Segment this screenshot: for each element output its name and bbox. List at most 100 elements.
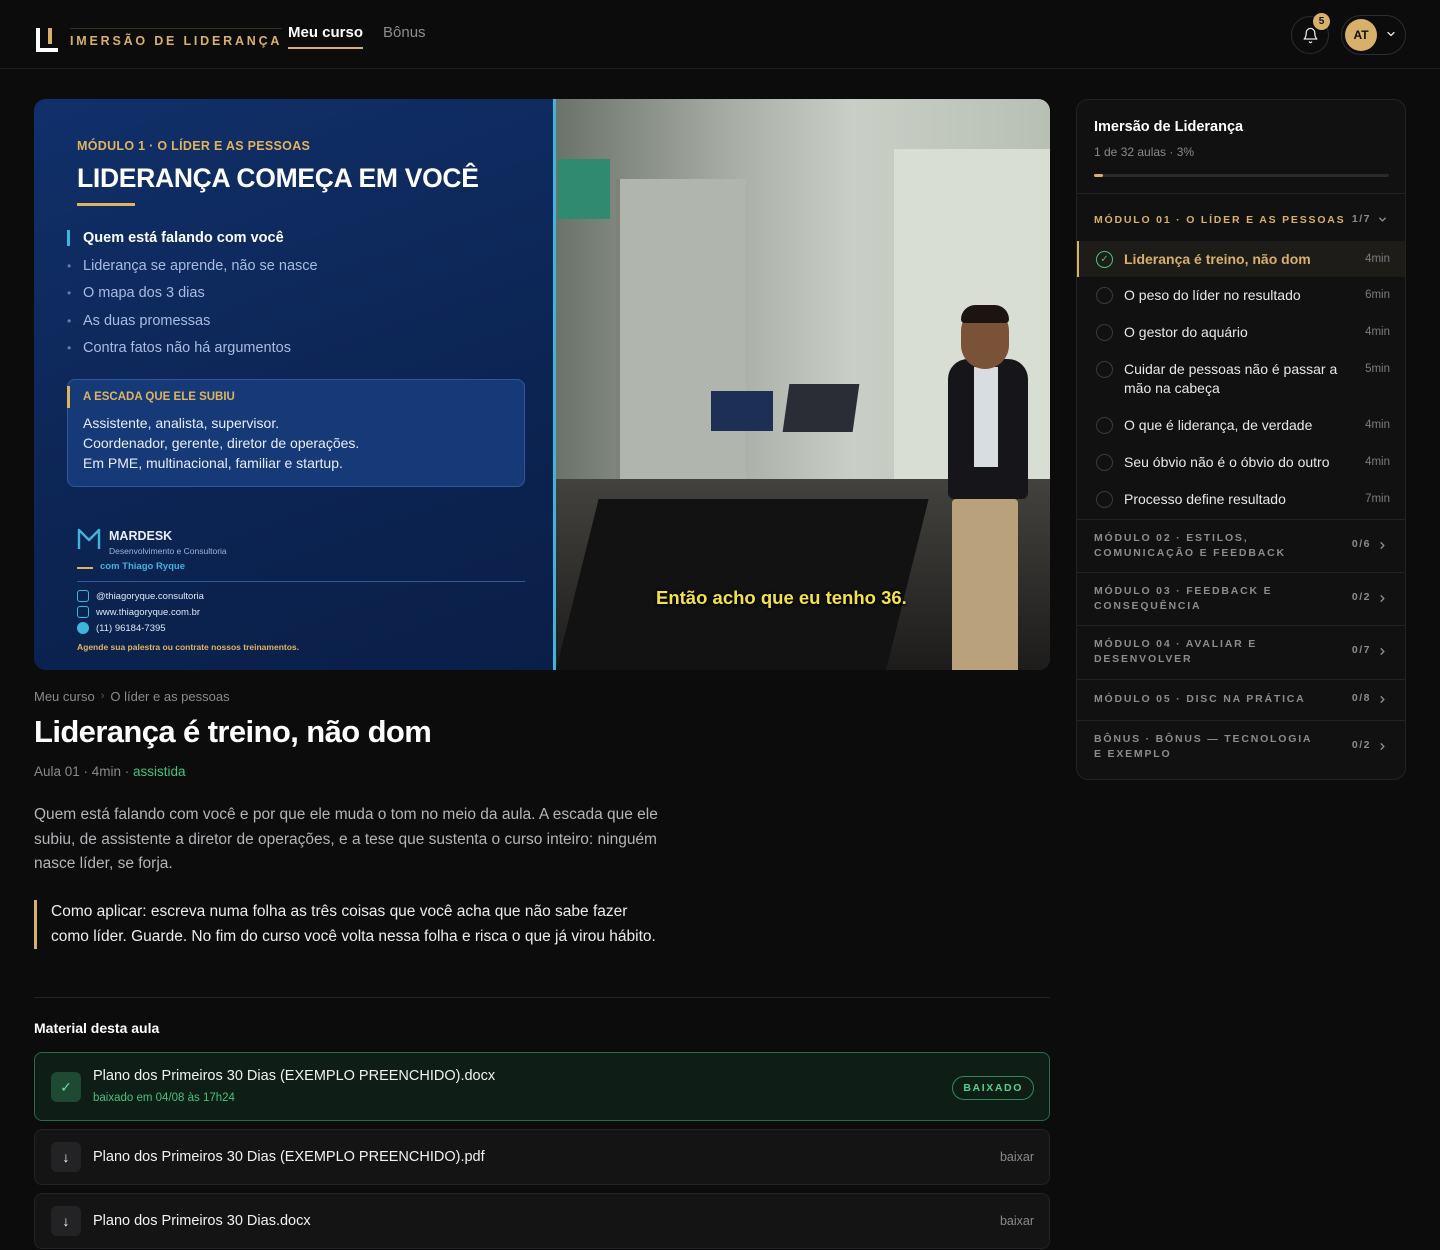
status-badge: assistida [133, 764, 186, 779]
slide-bullets: Quem está falando com você Liderança se … [67, 227, 318, 365]
lesson-item-title: O que é liderança, de verdade [1124, 417, 1313, 433]
course-title: Imersão de Liderança [1094, 119, 1244, 135]
lesson-item-title: O peso do líder no resultado [1124, 287, 1301, 303]
chevron-right-icon [1380, 648, 1385, 655]
course-sidebar: Imersão de Liderança 1 de 32 aulas · 3% … [1076, 99, 1406, 780]
instagram-icon [77, 590, 89, 602]
lesson-tip: Como aplicar: escreva numa folha as três… [34, 900, 659, 949]
logo[interactable]: IMERSÃO DE LIDERANÇA [34, 26, 283, 54]
module-title: MÓDULO 03 · FEEDBACK E CONSEQUÊNCIA [1094, 585, 1273, 612]
slide-callout-line: Assistente, analista, supervisor. [83, 415, 280, 431]
brand-subtitle: Desenvolvimento e Consultoria [109, 546, 227, 556]
lesson-item[interactable]: O peso do líder no resultado 6min [1077, 277, 1405, 314]
material-name: Plano dos Primeiros 30 Dias.docx [93, 1213, 311, 1229]
material-item[interactable]: ↓ Plano dos Primeiros 30 Dias.docx baixa… [34, 1193, 1050, 1249]
lesson-description: Quem está falando com você e por que ele… [34, 806, 658, 872]
download-link[interactable]: baixar [1000, 1150, 1034, 1164]
contact-text: @thiagoryque.consultoria [96, 590, 204, 602]
chevron-down-icon [1387, 31, 1395, 37]
lesson-meta: Aula 01 · 4min · assistida [34, 764, 186, 779]
breadcrumb-item[interactable]: O líder e as pessoas [110, 689, 229, 704]
download-icon: ↓ [51, 1206, 81, 1236]
tab-bonus[interactable]: Bônus [383, 24, 426, 41]
slide-title-underline [77, 203, 135, 206]
circle-icon [1096, 417, 1113, 434]
brand-name: MARDESK [109, 529, 173, 543]
module-count: 0/2 [1351, 739, 1371, 751]
lesson-item-duration: 7min [1365, 493, 1390, 505]
circle-icon [1096, 361, 1113, 378]
material-name: Plano dos Primeiros 30 Dias (EXEMPLO PRE… [93, 1068, 496, 1084]
slide-bullet: Liderança se aprende, não se nasce [67, 255, 318, 283]
lesson-item[interactable]: O gestor do aquário 4min [1077, 314, 1405, 351]
material-item[interactable]: ↓ Plano dos Primeiros 30 Dias (EXEMPLO P… [34, 1129, 1050, 1185]
module-title: MÓDULO 04 · AVALIAR E DESENVOLVER [1094, 638, 1258, 665]
slide-contact-instagram: @thiagoryque.consultoria [77, 590, 204, 602]
chevron-right-icon: › [100, 690, 105, 702]
slide-brand: MARDESK Desenvolvimento e Consultoria co… [77, 527, 227, 572]
lesson-item-duration: 6min [1365, 289, 1390, 301]
lesson-item[interactable]: O que é liderança, de verdade 4min [1077, 407, 1405, 444]
lesson-item[interactable]: Seu óbvio não é o óbvio do outro 4min [1077, 444, 1405, 481]
lesson-item[interactable]: Processo define resultado 7min [1077, 481, 1405, 518]
page-title: Liderança é treino, não dom [34, 714, 432, 749]
slide-bullet: O mapa dos 3 dias [67, 282, 318, 310]
logo-mark-icon [34, 26, 60, 54]
lesson-item[interactable]: Cuidar de pessoas não é passar a mão na … [1077, 351, 1405, 407]
module-count: 0/2 [1351, 591, 1371, 603]
module-title: MÓDULO 05 · DISC NA PRÁTICA [1094, 693, 1306, 705]
slide-callout-line: Em PME, multinacional, familiar e startu… [83, 455, 343, 471]
module-count: 0/8 [1351, 692, 1371, 704]
slide-bullet: Quem está falando com você [67, 227, 318, 255]
circle-icon [1096, 287, 1113, 304]
lesson-item-active[interactable]: ✓ Liderança é treino, não dom 4min [1077, 241, 1405, 277]
contact-text: www.thiagoryque.com.br [96, 606, 201, 618]
download-icon: ↓ [51, 1142, 81, 1172]
video-slide: MÓDULO 1 · O LÍDER E AS PESSOAS LIDERANÇ… [34, 99, 555, 670]
divider [34, 997, 1050, 998]
lesson-item-title: Processo define resultado [1124, 491, 1286, 507]
lesson-item-title: O gestor do aquário [1124, 324, 1248, 340]
top-bar: IMERSÃO DE LIDERANÇA Meu curso Bônus 5 A… [0, 0, 1440, 69]
logo-text: IMERSÃO DE LIDERANÇA [70, 28, 283, 48]
breadcrumb-item[interactable]: Meu curso [34, 689, 95, 704]
chevron-right-icon [1380, 542, 1385, 549]
circle-icon [1096, 454, 1113, 471]
tab-meu-curso[interactable]: Meu curso [288, 24, 364, 49]
download-link[interactable]: baixar [1000, 1214, 1034, 1228]
brand-divider [77, 567, 93, 569]
slide-bullet: Contra fatos não há argumentos [67, 337, 318, 365]
lesson-meta-text: Aula 01 · 4min · [34, 764, 134, 779]
course-progress-bar [1094, 174, 1389, 177]
slide-callout-line: Coordenador, gerente, diretor de operaçõ… [83, 435, 360, 451]
contact-text: (11) 96184-7395 [96, 622, 166, 634]
module-count: 1/7 [1351, 213, 1371, 225]
slide-module: MÓDULO 1 · O LÍDER E AS PESSOAS [77, 139, 311, 153]
lesson-item-duration: 4min [1365, 253, 1390, 265]
module-title: BÔNUS · BÔNUS — TECNOLOGIA E EXEMPLO [1094, 733, 1312, 760]
brand-with: com Thiago Ryque [100, 561, 185, 572]
video-player[interactable]: MÓDULO 1 · O LÍDER E AS PESSOAS LIDERANÇ… [34, 99, 1050, 670]
slide-bullet: As duas promessas [67, 310, 318, 338]
chevron-down-icon [1379, 217, 1386, 222]
material-downloaded-at: baixado em 04/08 às 17h24 [93, 1092, 235, 1104]
lesson-item-duration: 4min [1365, 456, 1390, 468]
video-scene: Então acho que eu tenho 36. [556, 99, 1050, 670]
user-menu-button[interactable]: AT [1341, 15, 1406, 55]
lesson-item-title: Liderança é treino, não dom [1124, 251, 1311, 267]
chevron-right-icon [1380, 595, 1385, 602]
divider [1077, 519, 1405, 520]
chevron-right-icon [1380, 696, 1385, 703]
downloaded-badge: BAIXADO [952, 1076, 1034, 1100]
video-subtitle: Então acho que eu tenho 36. [656, 587, 907, 608]
divider [1077, 679, 1405, 680]
slide-callout-box: A ESCADA QUE ELE SUBIU Assistente, anali… [67, 379, 525, 487]
slide-contact-web: www.thiagoryque.com.br [77, 606, 200, 618]
lesson-item-title: Cuidar de pessoas não é passar a mão na … [1124, 361, 1338, 396]
material-item-downloaded[interactable]: ✓ Plano dos Primeiros 30 Dias (EXEMPLO P… [34, 1052, 1050, 1121]
slide-contact-phone: (11) 96184-7395 [77, 622, 166, 634]
mardesk-logo-icon [77, 528, 101, 549]
whatsapp-icon [77, 622, 89, 634]
slide-callout-title: A ESCADA QUE ELE SUBIU [83, 391, 235, 403]
slide-title: LIDERANÇA COMEÇA EM VOCÊ [77, 163, 479, 193]
